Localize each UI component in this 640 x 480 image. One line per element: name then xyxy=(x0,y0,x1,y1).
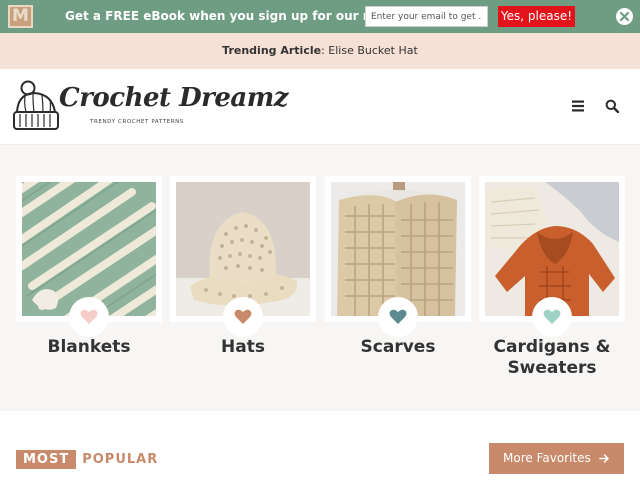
trending-article-link[interactable]: Elise Bucket Hat xyxy=(328,44,418,57)
more-favorites-button[interactable]: More Favorites xyxy=(489,443,624,474)
most-popular-section: MOST POPULAR More Favorites xyxy=(0,411,640,480)
category-label[interactable]: Blankets xyxy=(16,337,162,358)
heart-icon xyxy=(389,309,407,324)
category-card-cardigans-sweaters[interactable]: Cardigans & Sweaters xyxy=(479,176,625,379)
heart-badge xyxy=(378,297,418,337)
beanie-hat-icon[interactable] xyxy=(12,80,60,132)
section-heading: MOST POPULAR xyxy=(16,450,158,469)
category-card-hats[interactable]: Hats xyxy=(170,176,316,358)
blanket-photo[interactable] xyxy=(22,182,156,316)
trending-bar: Trending Article: Elise Bucket Hat xyxy=(0,33,640,69)
category-label[interactable]: Cardigans & Sweaters xyxy=(479,337,625,379)
more-favorites-label: More Favorites xyxy=(503,451,591,465)
hamburger-menu-icon[interactable] xyxy=(571,100,585,112)
sweater-photo[interactable] xyxy=(485,182,619,316)
scarf-photo[interactable] xyxy=(331,182,465,316)
site-logo-text[interactable]: Crochet Dreamz xyxy=(59,83,288,113)
heading-part-popular: POPULAR xyxy=(82,452,159,467)
category-label[interactable]: Scarves xyxy=(325,337,471,358)
heart-badge xyxy=(69,297,109,337)
subscribe-button[interactable]: Yes, please! xyxy=(498,6,575,27)
heading-part-most: MOST xyxy=(16,450,77,469)
hat-photo[interactable] xyxy=(176,182,310,316)
site-logo-badge: M xyxy=(8,5,33,28)
category-label[interactable]: Hats xyxy=(170,337,316,358)
newsletter-bar: M Get a FREE eBook when you sign up for … xyxy=(0,0,640,33)
site-tagline: TRENDY CROCHET PATTERNS xyxy=(90,119,184,125)
category-card-blankets[interactable]: Blankets xyxy=(16,176,162,358)
arrow-right-icon xyxy=(599,454,609,463)
category-section: Blankets Hats Scarves Cardigans & Sweate… xyxy=(0,145,640,411)
heart-icon xyxy=(234,309,252,324)
heart-badge xyxy=(532,297,572,337)
heart-badge xyxy=(223,297,263,337)
trending-label: Trending Article xyxy=(222,44,322,57)
site-header: Crochet Dreamz TRENDY CROCHET PATTERNS xyxy=(0,69,640,145)
email-field[interactable] xyxy=(365,6,488,27)
heart-icon xyxy=(543,309,561,324)
heart-icon xyxy=(80,309,98,324)
search-icon[interactable] xyxy=(605,99,619,113)
close-icon[interactable] xyxy=(616,8,633,25)
category-card-scarves[interactable]: Scarves xyxy=(325,176,471,358)
